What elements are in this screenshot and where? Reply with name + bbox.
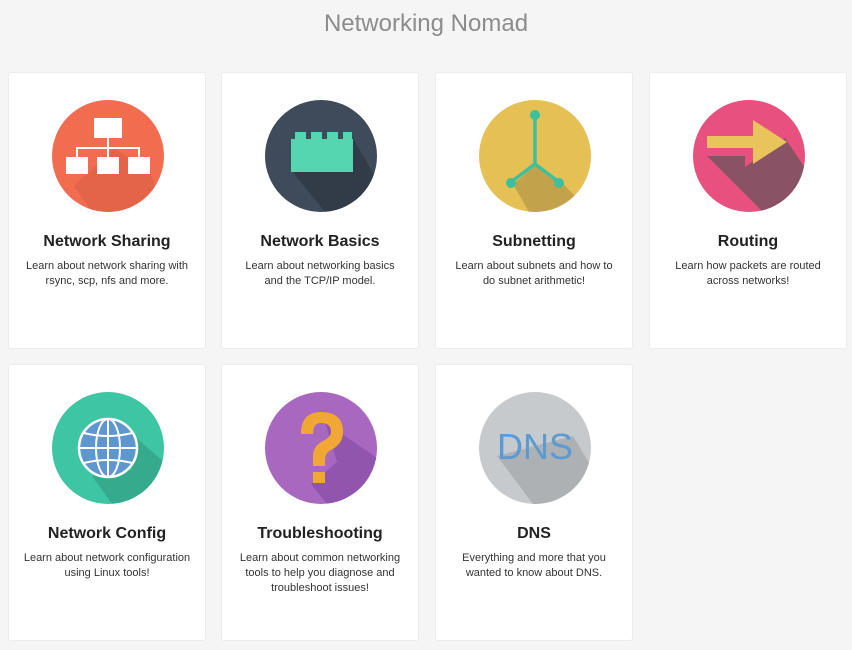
card-dns[interactable]: DNS DNS Everything and more that you wan…: [435, 364, 633, 641]
fork-branch-icon: [479, 100, 591, 212]
card-troubleshooting[interactable]: Troubleshooting Learn about common netwo…: [221, 364, 419, 641]
card-network-basics[interactable]: Network Basics Learn about networking ba…: [221, 72, 419, 349]
arrow-right-icon: [693, 100, 805, 212]
card-title[interactable]: Network Sharing: [9, 233, 205, 251]
card-description: Learn about network configuration using …: [23, 552, 191, 579]
card-title[interactable]: Network Config: [9, 525, 205, 543]
card-subnetting[interactable]: Subnetting Learn about subnets and how t…: [435, 72, 633, 349]
card-title[interactable]: DNS: [436, 525, 632, 543]
card-title[interactable]: Routing: [650, 233, 846, 251]
question-mark-icon: [265, 392, 377, 504]
lego-brick-icon: [265, 100, 377, 212]
globe-icon: [52, 392, 164, 504]
site-title: Networking Nomad: [323, 10, 529, 37]
card-description: Everything and more that you wanted to k…: [462, 552, 606, 579]
card-routing[interactable]: Routing Learn how packets are routed acr…: [649, 72, 847, 349]
card-description: Learn about networking basics and the TC…: [245, 260, 395, 287]
card-description: Learn about common networking tools to h…: [239, 552, 401, 594]
network-hierarchy-icon: [52, 100, 164, 212]
card-description: Learn about subnets and how to do subnet…: [455, 260, 613, 287]
dns-icon-text: DNS: [497, 426, 573, 467]
card-title[interactable]: Subnetting: [436, 233, 632, 251]
card-title[interactable]: Network Basics: [222, 233, 418, 251]
card-network-sharing[interactable]: Network Sharing Learn about network shar…: [8, 72, 206, 349]
dns-text-icon: DNS: [479, 392, 591, 504]
card-description: Learn how packets are routed across netw…: [675, 260, 821, 287]
card-description: Learn about network sharing with rsync, …: [25, 260, 189, 287]
card-title[interactable]: Troubleshooting: [222, 525, 418, 543]
card-network-config[interactable]: Network Config Learn about network confi…: [8, 364, 206, 641]
